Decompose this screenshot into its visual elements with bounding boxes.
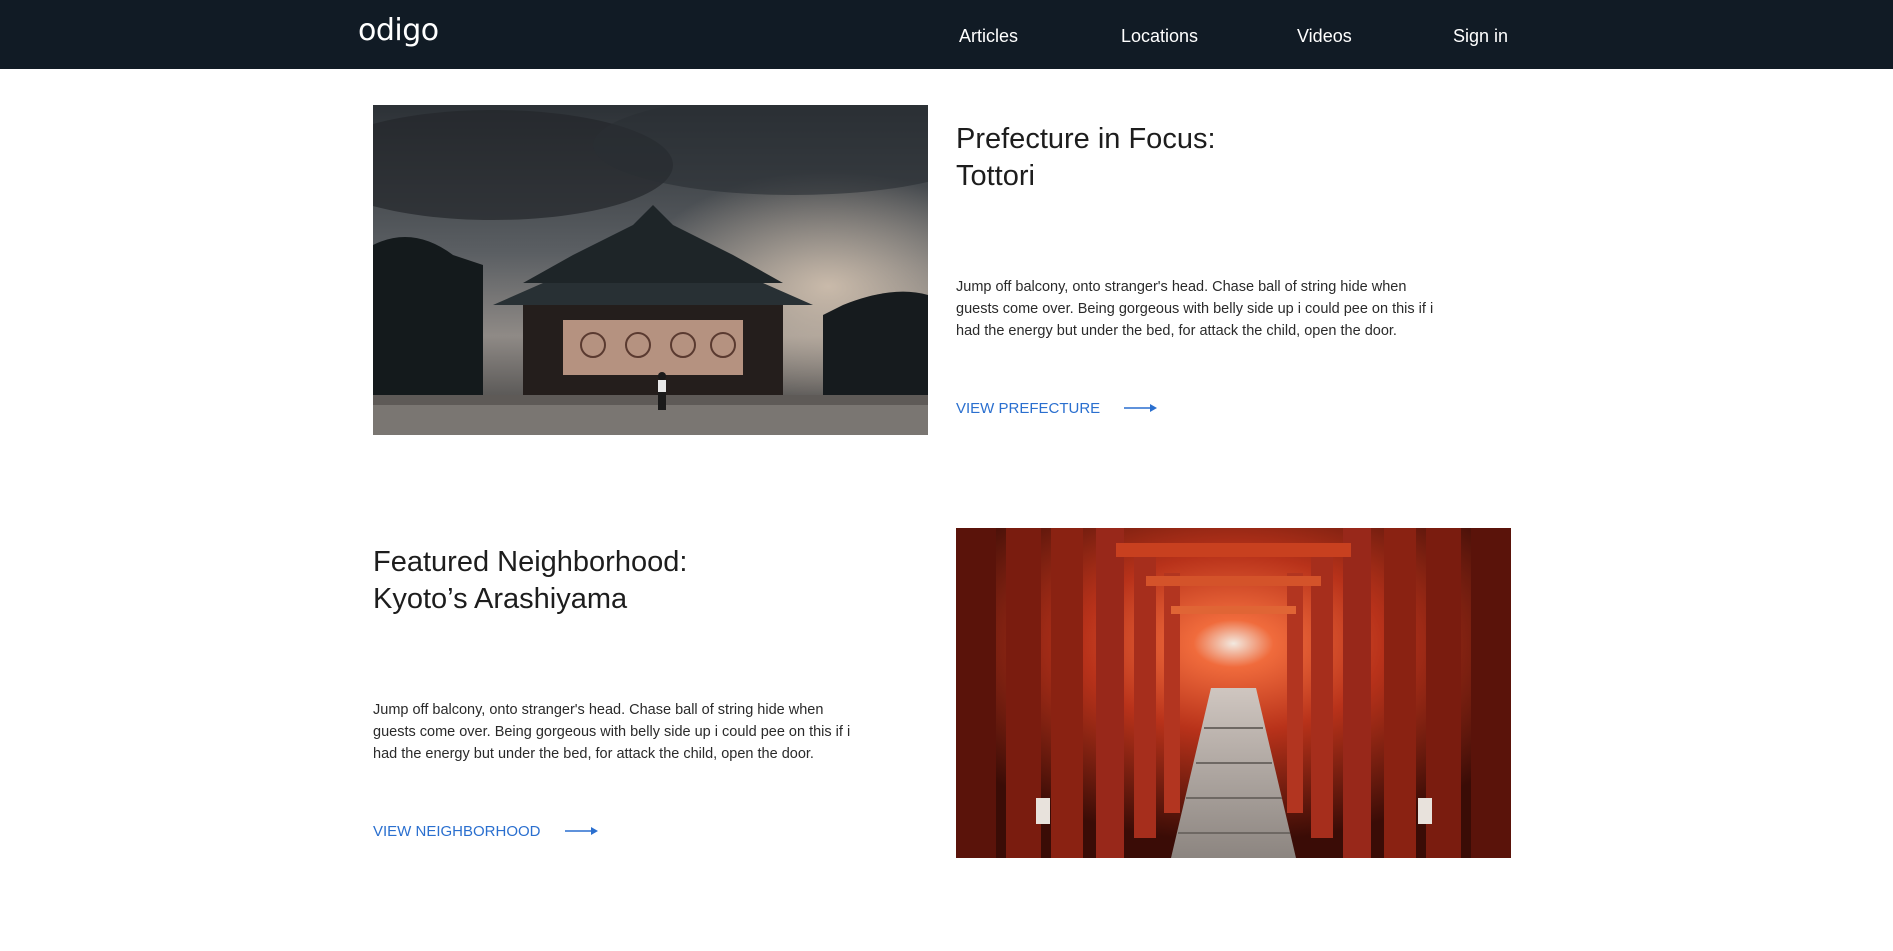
- torii-gates-image: [956, 528, 1511, 858]
- link-label: VIEW NEIGHBORHOOD: [373, 823, 541, 840]
- view-neighborhood-link[interactable]: VIEW NEIGHBORHOOD: [373, 824, 599, 839]
- section-body-neighborhood: Jump off balcony, onto stranger's head. …: [373, 702, 851, 762]
- nav-locations[interactable]: Locations: [1121, 27, 1198, 45]
- arrow-right-icon: [1124, 401, 1158, 416]
- top-navigation-bar: odigo Articles Locations Videos Sign in: [0, 0, 1893, 69]
- temple-image: [373, 105, 928, 435]
- title-line-2: Tottori: [956, 160, 1035, 192]
- view-prefecture-link[interactable]: VIEW PREFECTURE: [956, 401, 1158, 416]
- nav-sign-in[interactable]: Sign in: [1453, 27, 1508, 45]
- section-body-prefecture: Jump off balcony, onto stranger's head. …: [956, 279, 1434, 339]
- title-line-1: Prefecture in Focus:: [956, 123, 1216, 155]
- logo[interactable]: odigo: [358, 16, 439, 46]
- arrow-right-icon: [564, 824, 599, 839]
- title-line-1: Featured Neighborhood:: [373, 546, 688, 578]
- section-title-neighborhood: Featured Neighborhood: Kyoto’s Arashiyam…: [373, 544, 853, 618]
- section-title-prefecture: Prefecture in Focus: Tottori: [956, 121, 1436, 195]
- link-label: VIEW PREFECTURE: [956, 400, 1101, 417]
- title-line-2: Kyoto’s Arashiyama: [373, 583, 628, 615]
- nav-videos[interactable]: Videos: [1297, 27, 1352, 45]
- nav-articles[interactable]: Articles: [959, 27, 1018, 45]
